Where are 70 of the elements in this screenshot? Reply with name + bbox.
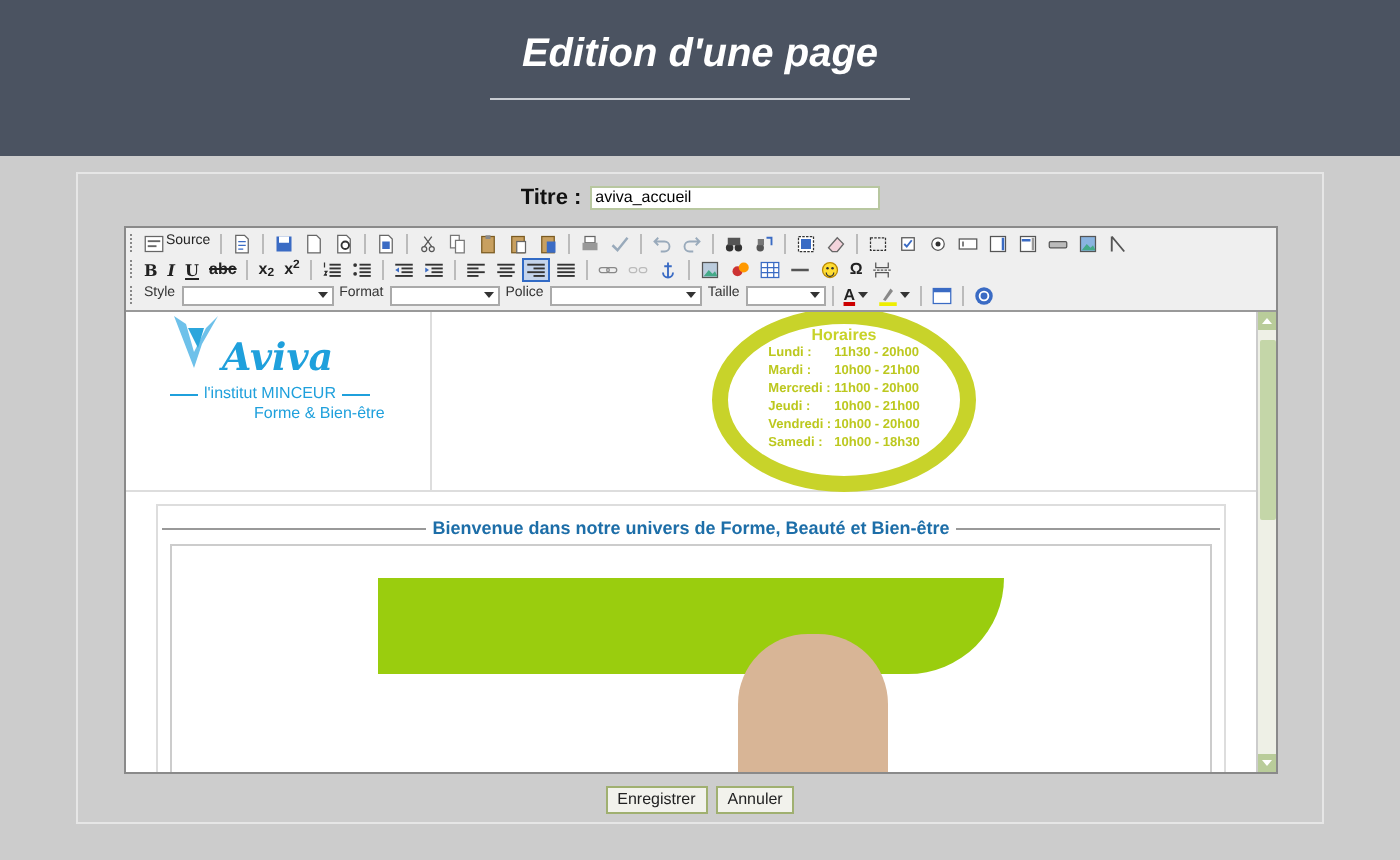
special-character-button[interactable]: Ω [845, 257, 867, 281]
copy-icon [448, 233, 469, 253]
printer-icon [580, 233, 601, 253]
eraser-icon [826, 233, 847, 253]
image-icon [699, 259, 720, 279]
hours-title: Horaires [811, 326, 877, 344]
caret-icon [809, 292, 820, 298]
check-mark-icon [610, 233, 631, 253]
caret-icon [317, 292, 328, 298]
document-icon [376, 233, 397, 253]
caret-icon [857, 292, 868, 298]
logo-tagline: Forme & Bien-être [254, 404, 385, 424]
text-field-icon [958, 233, 979, 253]
redo-icon [682, 233, 703, 253]
caret-icon [899, 292, 910, 298]
text-area-icon [988, 233, 1009, 253]
clipboard-icon [508, 233, 529, 253]
undo-icon [652, 233, 673, 253]
bulleted-list-icon [351, 259, 372, 279]
numbered-list-icon [321, 259, 342, 279]
form-button[interactable]: Enregistrer [605, 786, 708, 814]
title-input[interactable]: aviva_accueil [589, 186, 880, 210]
toolbar-button[interactable] [347, 257, 376, 281]
underline-button[interactable]: U [181, 257, 203, 281]
clipboard-icon [538, 233, 559, 253]
form-button[interactable]: Annuler [715, 786, 795, 814]
title-label: Titre : [520, 183, 582, 214]
italic-button[interactable]: I [163, 257, 180, 281]
outdent-icon [393, 259, 414, 279]
flash-icon [729, 259, 750, 279]
caret-icon [483, 292, 494, 298]
find-replace-icon [754, 233, 775, 253]
checkbox-icon [898, 233, 919, 253]
clipboard-icon [478, 233, 499, 253]
indent-icon [423, 259, 444, 279]
strikethrough-button[interactable]: abc [205, 257, 241, 281]
superscript-button[interactable]: x$^{2}$ [280, 257, 304, 281]
caret-icon [685, 292, 696, 298]
window-icon [931, 285, 952, 305]
smiley-icon [819, 259, 840, 279]
dashed-rectangle-icon [868, 233, 889, 253]
binoculars-icon [724, 233, 745, 253]
align-center-icon [495, 259, 516, 279]
page-icon [304, 233, 325, 253]
source-code-icon [144, 233, 164, 253]
toolbar-button[interactable] [873, 283, 914, 307]
anchor-icon [657, 259, 678, 279]
info-icon [973, 285, 994, 305]
document-icon [232, 233, 253, 253]
image-icon [1078, 233, 1099, 253]
radio-button-icon [928, 233, 949, 253]
highlighter-icon [877, 285, 898, 305]
logo-wordmark: Aviva [222, 336, 334, 380]
bold-button[interactable]: B [140, 257, 162, 281]
text-color-button[interactable]: A [839, 283, 872, 307]
table-icon [759, 259, 780, 279]
toolbar-button[interactable] [521, 257, 550, 281]
subscript-button[interactable]: x$_{2}$ [254, 257, 279, 281]
page-title: Edition d'une page [521, 30, 879, 80]
justify-icon [555, 259, 576, 279]
align-right-icon [525, 259, 546, 279]
list-box-icon [1018, 233, 1039, 253]
logo-tagline: l'institut MINCEUR [204, 384, 336, 404]
page-magnifier-icon [334, 233, 355, 253]
toolbar-button[interactable] [317, 257, 346, 281]
page-break-icon [872, 259, 893, 279]
welcome-heading: Bienvenue dans notre univers de Forme, Beauté et Bien-être [430, 516, 952, 542]
select-all-icon [796, 233, 817, 253]
align-left-icon [465, 259, 486, 279]
scissors-icon [418, 233, 439, 253]
